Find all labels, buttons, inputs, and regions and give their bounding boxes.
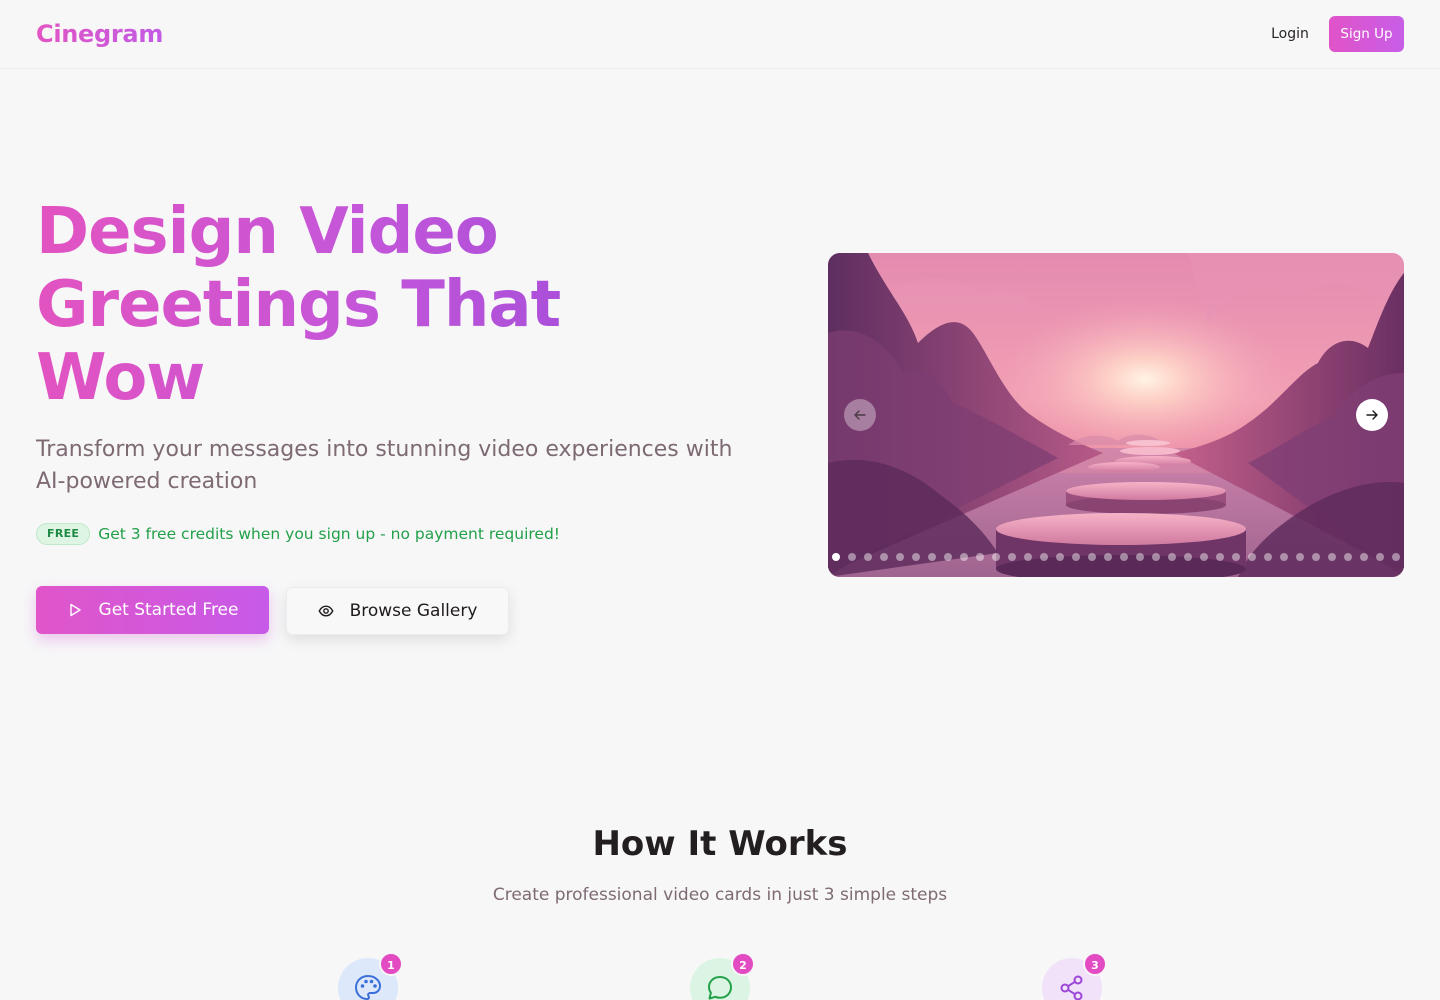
brand-logo[interactable]: Cinegram [36, 18, 163, 50]
top-nav: Cinegram Login Sign Up [0, 0, 1440, 69]
carousel-dot[interactable] [912, 553, 920, 561]
hero-subtitle: Transform your messages into stunning vi… [36, 437, 733, 494]
free-badge: FREE [36, 523, 91, 545]
how-it-works-subtitle: Create professional video cards in just … [492, 885, 948, 905]
carousel-dot[interactable] [1184, 553, 1192, 561]
login-link[interactable]: Login [1260, 22, 1320, 46]
carousel-dot[interactable] [1040, 553, 1048, 561]
browse-gallery-label: Browse Gallery [349, 601, 478, 621]
carousel-dot[interactable] [1152, 553, 1160, 561]
carousel-dot[interactable] [1088, 553, 1096, 561]
carousel-dot[interactable] [1248, 553, 1256, 561]
carousel-dot[interactable] [1216, 553, 1224, 561]
carousel-dot[interactable] [1296, 553, 1304, 561]
carousel-dot[interactable] [1344, 553, 1352, 561]
carousel-dot[interactable] [944, 553, 952, 561]
hero-title-line-1: Design Video [36, 195, 498, 269]
share-icon [1057, 973, 1087, 1000]
carousel-dot[interactable] [1232, 553, 1240, 561]
carousel-dot[interactable] [1120, 553, 1128, 561]
carousel-next-button[interactable] [1356, 399, 1388, 431]
carousel-dot[interactable] [1072, 553, 1080, 561]
carousel-dot[interactable] [1264, 553, 1272, 561]
promo-row: FREE Get 3 free credits when you sign up… [36, 522, 560, 546]
carousel-pagination [832, 553, 1402, 561]
carousel-dot[interactable] [1136, 553, 1144, 561]
carousel-dot[interactable] [896, 553, 904, 561]
carousel-dot[interactable] [1280, 553, 1288, 561]
how-it-works-title: How It Works [592, 824, 848, 864]
carousel-dot[interactable] [1200, 553, 1208, 561]
chat-bubble-icon [705, 973, 735, 1000]
carousel-slide-image [828, 253, 1404, 577]
step-3-number: 3 [1083, 952, 1107, 976]
carousel-dot[interactable] [960, 553, 968, 561]
carousel-dot[interactable] [1008, 553, 1016, 561]
carousel-dot[interactable] [992, 553, 1000, 561]
hero-carousel[interactable] [828, 253, 1404, 577]
step-1-number: 1 [379, 952, 403, 976]
signup-button[interactable]: Sign Up [1329, 16, 1404, 52]
carousel-dot[interactable] [1328, 553, 1336, 561]
carousel-dot[interactable] [1056, 553, 1064, 561]
eye-icon [318, 603, 334, 619]
arrow-right-icon [1365, 408, 1379, 422]
carousel-dot[interactable] [1376, 553, 1384, 561]
hero-title: Design Video Greetings That Wow [36, 196, 756, 415]
carousel-dot[interactable] [864, 553, 872, 561]
arrow-left-icon [853, 408, 867, 422]
hero-title-line-3: Wow [36, 341, 205, 415]
get-started-label: Get Started Free [98, 600, 239, 620]
carousel-dot[interactable] [928, 553, 936, 561]
carousel-dot[interactable] [1360, 553, 1368, 561]
play-icon [67, 602, 83, 618]
carousel-dot[interactable] [880, 553, 888, 561]
carousel-dot[interactable] [976, 553, 984, 561]
carousel-dot[interactable] [1104, 553, 1112, 561]
carousel-dot[interactable] [1024, 553, 1032, 561]
get-started-button[interactable]: Get Started Free [36, 586, 269, 634]
carousel-dot[interactable] [848, 553, 856, 561]
promo-text: Get 3 free credits when you sign up - no… [98, 525, 561, 543]
carousel-prev-button[interactable] [844, 399, 876, 431]
carousel-dot[interactable] [1312, 553, 1320, 561]
carousel-dot[interactable] [1392, 553, 1400, 561]
carousel-dot[interactable] [1168, 553, 1176, 561]
hero-title-line-2: Greetings That [36, 268, 561, 342]
palette-icon [353, 973, 383, 1000]
carousel-dot[interactable] [832, 553, 840, 561]
step-2-number: 2 [731, 952, 755, 976]
browse-gallery-button[interactable]: Browse Gallery [286, 587, 509, 635]
